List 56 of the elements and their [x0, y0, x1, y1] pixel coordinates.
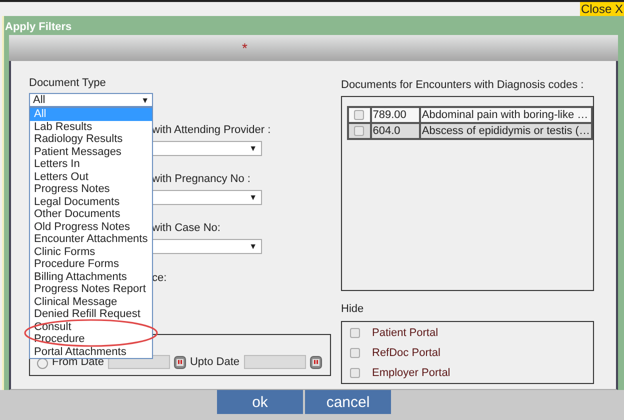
checkbox-label: Patient Portal [372, 326, 438, 338]
dropdown-option[interactable]: Radiology Results [30, 133, 152, 146]
caret-icon: ▼ [249, 242, 257, 251]
dropdown-option[interactable]: Portal Attachments [30, 346, 152, 358]
close-button[interactable]: Close X [580, 2, 624, 16]
dropdown-option[interactable]: Letters In [30, 158, 152, 170]
table-cell: 789.00 [370, 107, 420, 123]
dropdown-option[interactable]: Clinical Message [30, 296, 152, 308]
cancel-button[interactable]: cancel [305, 390, 391, 414]
checkbox[interactable] [354, 110, 364, 120]
dropdown-option[interactable]: Lab Results [30, 120, 152, 133]
required-mark: * [242, 40, 248, 56]
select-value: All [33, 94, 46, 106]
checkbox-label: RefDoc Portal [372, 346, 440, 358]
select-field[interactable]: ▼ [152, 141, 262, 156]
field-label: Document Type [29, 77, 107, 90]
field-label: with Pregnancy No : [152, 173, 252, 186]
dropdown-option[interactable]: Progress Notes [30, 183, 152, 196]
calendar-icon[interactable] [174, 356, 186, 369]
dropdown-option[interactable]: Consult [30, 320, 152, 333]
ok-button[interactable]: ok [217, 390, 303, 414]
field-label: with Attending Provider : [152, 124, 272, 137]
select-field[interactable]: ▼ [152, 239, 262, 254]
checkbox-label: Employer Portal [372, 366, 450, 378]
dropdown-option[interactable]: Procedure [30, 333, 152, 346]
dropdown-option[interactable]: Letters Out [30, 170, 152, 183]
dropdown-option[interactable]: Old Progress Notes [30, 220, 152, 233]
caret-icon: ▼ [249, 144, 257, 153]
table-cell: Abdominal pain with boring-like … [420, 107, 592, 123]
dropdown-option[interactable]: Other Documents [30, 208, 152, 220]
dropdown-option[interactable]: Denied Refill Request [30, 308, 152, 320]
dialog-title: Apply Filters [4, 20, 73, 35]
checkbox[interactable] [354, 126, 364, 136]
dropdown-option[interactable]: Encounter Attachments [30, 233, 152, 246]
dropdown-option[interactable]: Billing Attachments [30, 270, 152, 283]
field-label: Upto Date [190, 356, 240, 369]
checkbox[interactable] [350, 348, 360, 358]
dropdown-option[interactable]: Clinic Forms [30, 246, 152, 258]
caret-icon: ▼ [249, 193, 257, 202]
field-label: Hide [341, 303, 365, 316]
table-cell: Abscess of epididymis or testis (… [420, 123, 592, 139]
calendar-icon[interactable] [310, 356, 322, 369]
document-type-select[interactable]: All ▼ [29, 93, 153, 107]
dropdown-option[interactable]: Patient Messages [30, 146, 152, 158]
dropdown-option[interactable]: Procedure Forms [30, 258, 152, 270]
dropdown-option[interactable]: Legal Documents [30, 196, 152, 208]
radio-button[interactable] [37, 358, 48, 369]
date-field[interactable] [244, 355, 306, 369]
checkbox[interactable] [350, 368, 360, 378]
field-label: Documents for Encounters with Diagnosis codes : [341, 79, 585, 92]
select-field[interactable]: ▼ [152, 190, 262, 205]
dropdown-option[interactable]: Progress Notes Report [30, 283, 152, 296]
checkbox[interactable] [350, 328, 360, 338]
caret-icon: ▼ [141, 96, 149, 104]
field-label: with Case No: [152, 222, 222, 235]
table-cell: 604.0 [370, 123, 420, 139]
